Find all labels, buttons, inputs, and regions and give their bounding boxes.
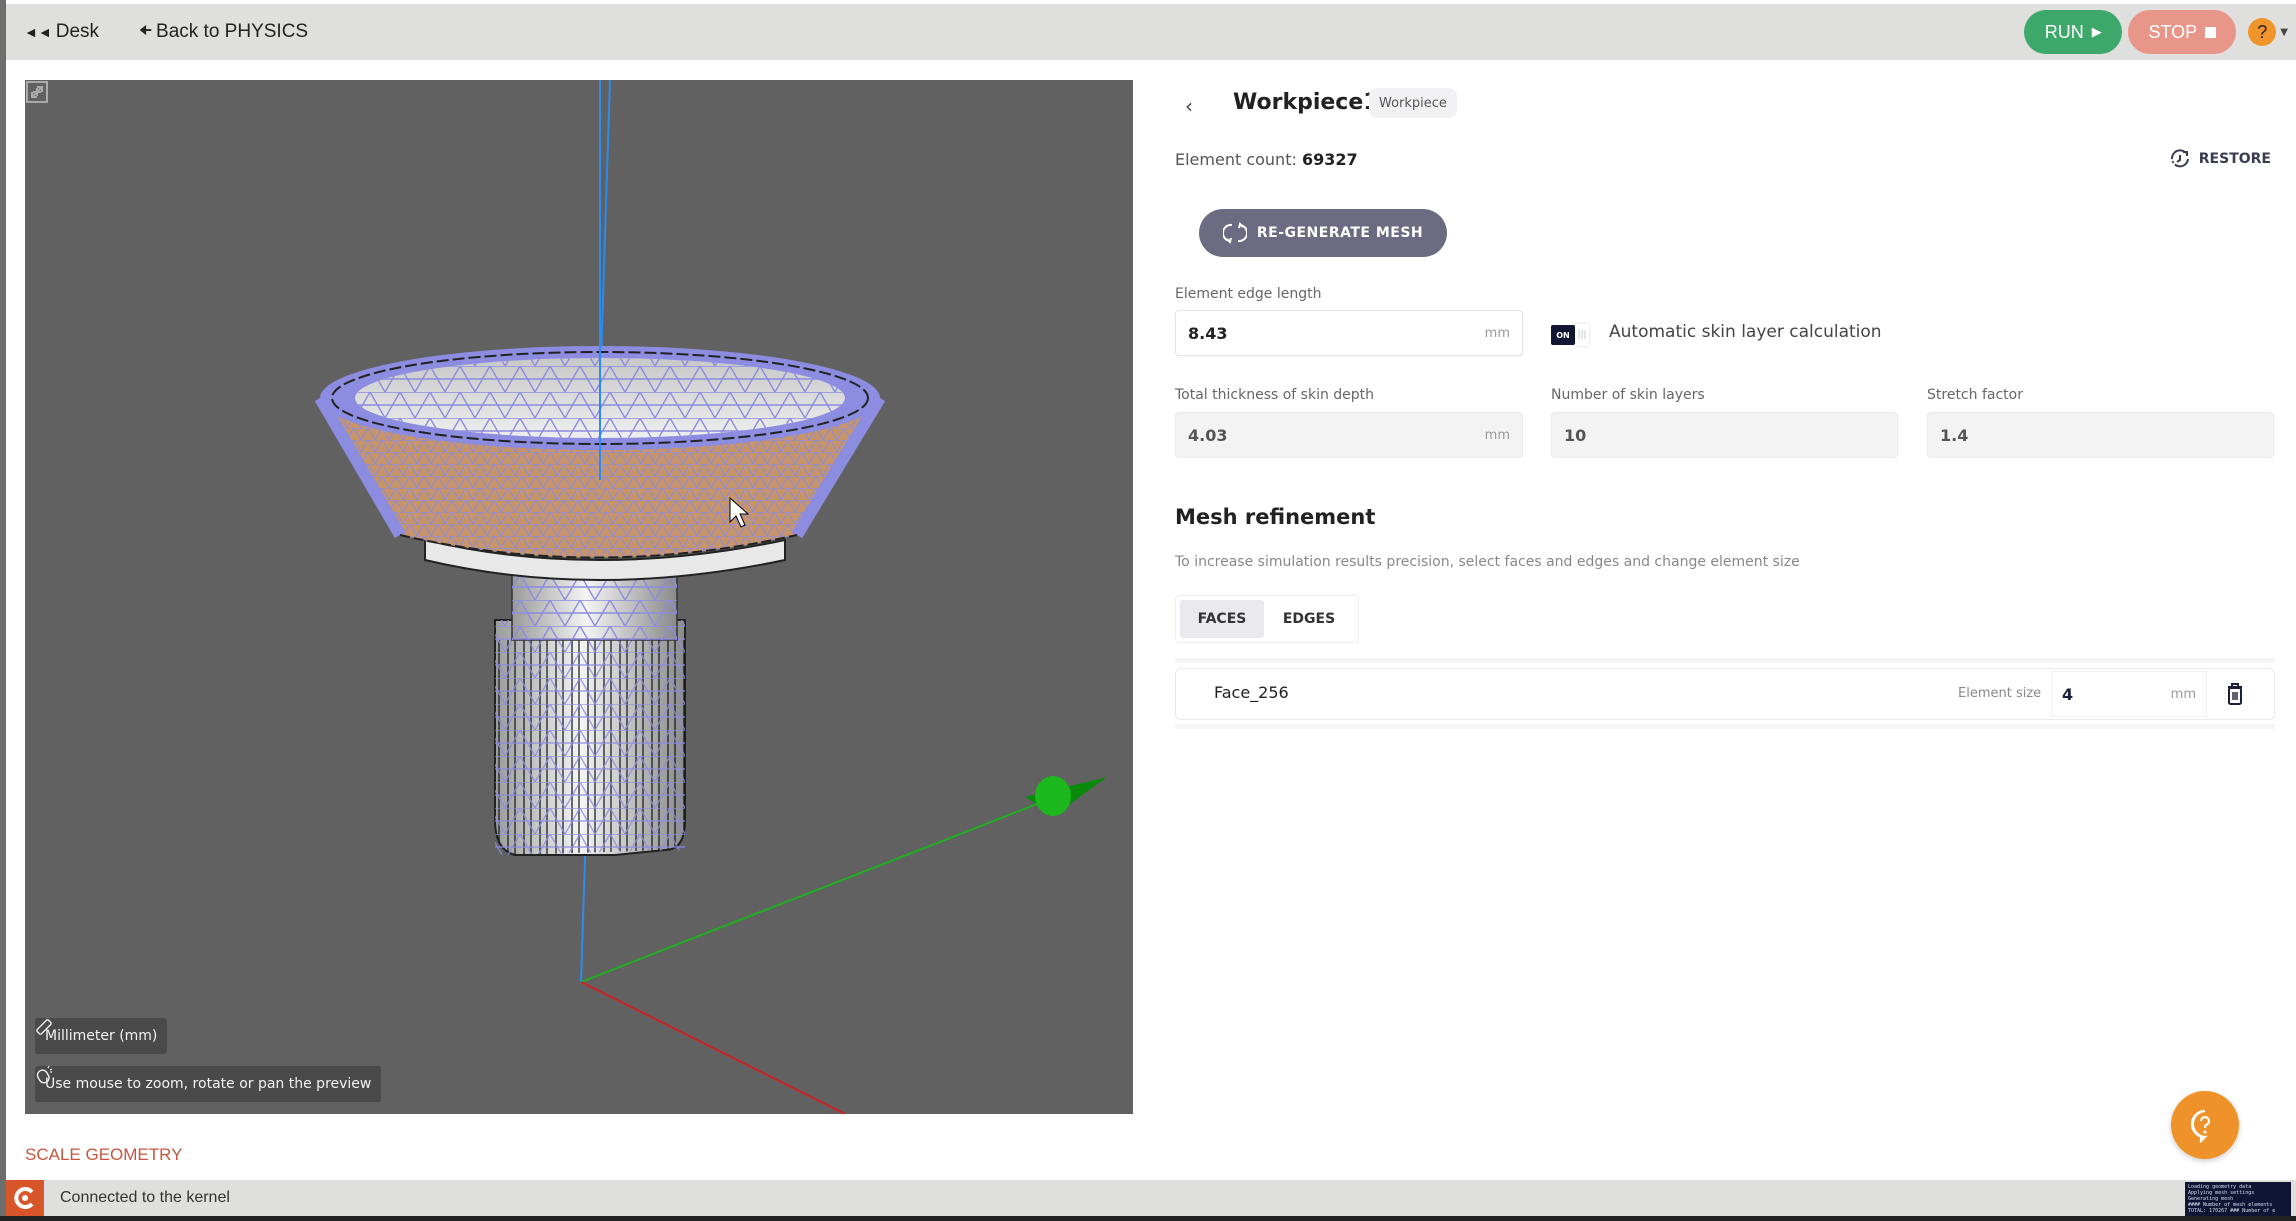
console-line: TOTAL: 170267 ### Number of e (2188, 1208, 2276, 1214)
play-icon: ▶ (2091, 24, 2102, 39)
console-log[interactable]: Loading geometry data Applying mesh sett… (2185, 1182, 2291, 1216)
edge-length-input[interactable]: 8.43 mm (1175, 310, 1523, 356)
panel-title: Workpiece1 (1233, 90, 1379, 115)
double-arrow-left-icon: ◄◄ (24, 24, 52, 40)
mouse-icon (36, 1066, 53, 1084)
arrow-left-icon: 🠈 (139, 22, 153, 38)
navigation-hint: Use mouse to zoom, rotate or pan the pre… (35, 1066, 382, 1102)
question-icon: ? (2257, 21, 2268, 42)
kernel-status: Connected to the kernel (60, 1189, 230, 1206)
skin-layers-input[interactable]: 10 (1551, 412, 1898, 458)
stretch-factor-value: 1.4 (1940, 425, 1969, 445)
chevron-left-icon[interactable]: ‹ (1185, 94, 1193, 118)
mesh-refinement-description: To increase simulation results precision… (1175, 554, 1800, 570)
toggle-knob: ||| (1575, 324, 1589, 346)
desk-link[interactable]: ◄◄ Desk (24, 21, 99, 43)
edge-length-value: 8.43 (1188, 323, 1228, 343)
stretch-factor-input[interactable]: 1.4 (1927, 412, 2274, 458)
skin-depth-value: 4.03 (1188, 425, 1228, 445)
logo-icon (14, 1187, 34, 1209)
refresh-icon (1222, 222, 1247, 244)
stop-label: STOP (2148, 21, 2198, 42)
element-size-unit: mm (2170, 686, 2196, 702)
status-bar: Connected to the kernel (6, 1180, 2296, 1216)
caret-down-icon[interactable]: ▼ (2280, 27, 2288, 38)
skin-depth-unit: mm (1484, 427, 1510, 443)
element-size-value: 4 (2062, 684, 2074, 704)
history-icon (2170, 149, 2189, 168)
ruler-icon (36, 1019, 52, 1035)
element-size-label: Element size (1958, 686, 2042, 701)
auto-skin-toggle[interactable]: ON ||| (1551, 324, 1589, 346)
help-fab[interactable] (2171, 1091, 2239, 1159)
mesh-refinement-title: Mesh refinement (1175, 505, 1376, 529)
refinement-item[interactable]: Face_256 Element size 4 mm (1175, 668, 2275, 720)
regenerate-mesh-button[interactable]: RE-GENERATE MESH (1199, 209, 1447, 257)
desk-label: Desk (55, 21, 100, 42)
divider (1175, 658, 2275, 663)
skin-depth-label: Total thickness of skin depth (1175, 387, 1375, 403)
workpiece-model (314, 80, 886, 856)
edge-length-label: Element edge length (1175, 286, 1322, 302)
top-bar: ◄◄ Desk 🠈 Back to PHYSICS RUN ▶ STOP ? ▼ (6, 4, 2296, 60)
stop-square-icon (2205, 26, 2217, 38)
skin-layers-label: Number of skin layers (1551, 387, 1705, 403)
back-to-physics-link[interactable]: 🠈 Back to PHYSICS (139, 20, 308, 44)
element-count-value: 69327 (1301, 150, 1358, 169)
edge-length-unit: mm (1484, 325, 1510, 341)
unit-indicator[interactable]: Millimeter (mm) (35, 1018, 168, 1054)
face-name: Face_256 (1214, 683, 1289, 702)
back-label: Back to PHYSICS (156, 21, 309, 42)
tab-edges[interactable]: EDGES (1266, 600, 1352, 638)
regenerate-label: RE-GENERATE MESH (1256, 225, 1424, 241)
restore-button[interactable]: RESTORE (2169, 148, 2271, 170)
stretch-factor-label: Stretch factor (1927, 387, 2023, 403)
x-axis (580, 981, 846, 1114)
hint-label: Use mouse to zoom, rotate or pan the pre… (45, 1076, 372, 1092)
run-label: RUN (2044, 21, 2084, 42)
auto-skin-label: Automatic skin layer calculation (1609, 322, 1882, 342)
window-edge (0, 0, 6, 1221)
3d-viewport[interactable]: Millimeter (mm) Use mouse to zoom, rotat… (25, 80, 1133, 1114)
element-count-label: Element count: (1175, 150, 1297, 169)
element-count: Element count: 69327 (1175, 150, 1358, 169)
refinement-tabs: FACES EDGES (1175, 595, 1359, 643)
restore-label: RESTORE (2198, 151, 2271, 167)
skin-layers-value: 10 (1564, 425, 1587, 445)
3d-scene (314, 80, 1107, 1114)
element-size-input[interactable]: 4 mm (2051, 671, 2207, 717)
taskbar-strip (0, 1216, 2296, 1221)
tab-faces[interactable]: FACES (1180, 600, 1264, 638)
y-axis-arrow (1025, 776, 1107, 816)
unit-label: Millimeter (mm) (45, 1028, 158, 1044)
help-menu-button[interactable]: ? (2248, 18, 2277, 46)
fullscreen-icon[interactable] (25, 80, 49, 104)
skin-depth-input[interactable]: 4.03 mm (1175, 412, 1523, 458)
run-button[interactable]: RUN ▶ (2024, 10, 2123, 54)
stop-button[interactable]: STOP (2128, 10, 2237, 54)
toggle-state: ON (1551, 325, 1575, 345)
scale-geometry-link[interactable]: SCALE GEOMETRY (25, 1145, 182, 1165)
help-chat-icon (2190, 1109, 2211, 1143)
divider (1175, 724, 2275, 729)
app-logo (6, 1180, 44, 1216)
trash-icon[interactable] (2226, 682, 2244, 706)
type-badge: Workpiece (1369, 88, 1457, 118)
